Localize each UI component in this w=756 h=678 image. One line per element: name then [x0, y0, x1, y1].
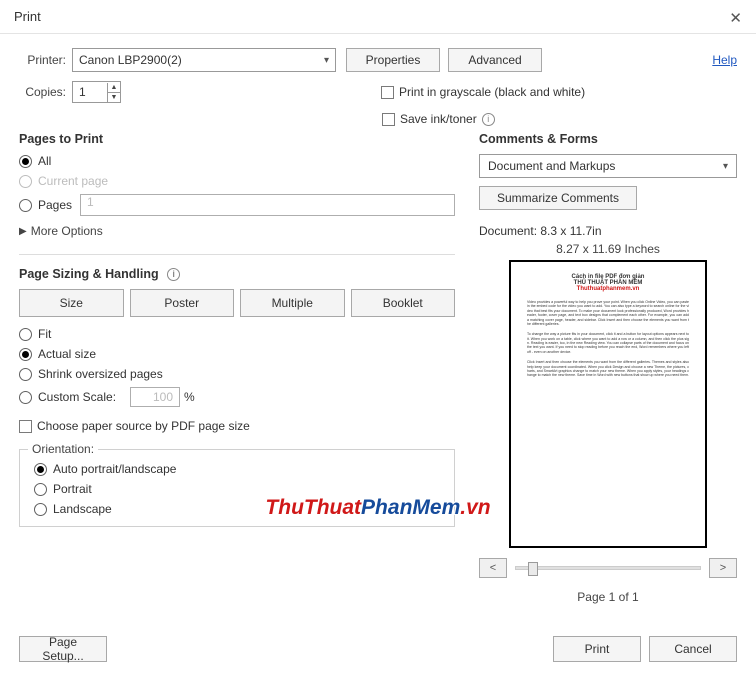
orientation-legend: Orientation: — [28, 442, 98, 456]
pages-input[interactable]: 1 — [80, 194, 455, 216]
radio-all[interactable]: All — [19, 154, 455, 168]
custom-scale-input[interactable]: 100 — [130, 387, 180, 407]
radio-off-icon — [19, 175, 32, 188]
printer-label: Printer: — [19, 53, 66, 67]
properties-button[interactable]: Properties — [346, 48, 440, 72]
radio-on-icon — [19, 155, 32, 168]
copies-label: Copies: — [19, 85, 66, 99]
print-preview: Cách in file PDF đơn giản THỦ THUẬT PHẦN… — [509, 260, 707, 548]
radio-custom[interactable]: Custom Scale: 100 % — [19, 387, 455, 407]
radio-custom-label: Custom Scale: — [38, 390, 116, 404]
page-counter: Page 1 of 1 — [479, 590, 737, 604]
radio-pages-label: Pages — [38, 198, 72, 212]
size-button[interactable]: Size — [19, 289, 124, 317]
paper-source-checkbox[interactable] — [19, 420, 32, 433]
radio-current-label: Current page — [38, 174, 108, 188]
info-icon[interactable]: i — [482, 113, 495, 126]
info-icon[interactable]: i — [167, 268, 180, 281]
radio-actual-label: Actual size — [38, 347, 96, 361]
copies-value: 1 — [73, 85, 107, 99]
triangle-right-icon: ▶ — [19, 226, 27, 237]
help-link[interactable]: Help — [712, 53, 737, 67]
printer-select[interactable]: Canon LBP2900(2) ▾ — [72, 48, 336, 72]
slider-thumb[interactable] — [528, 562, 538, 576]
radio-off-icon — [34, 483, 47, 496]
radio-on-icon — [34, 463, 47, 476]
radio-off-icon — [19, 199, 32, 212]
summarize-comments-button[interactable]: Summarize Comments — [479, 186, 637, 210]
more-options-toggle[interactable]: ▶ More Options — [19, 224, 455, 238]
print-button[interactable]: Print — [553, 636, 641, 662]
preview-dim: 8.27 x 11.69 Inches — [479, 242, 737, 256]
radio-on-icon — [19, 348, 32, 361]
prev-page-button[interactable]: < — [479, 558, 507, 578]
radio-off-icon — [34, 503, 47, 516]
paper-source-label: Choose paper source by PDF page size — [37, 419, 250, 433]
booklet-button[interactable]: Booklet — [351, 289, 456, 317]
radio-off-icon — [19, 328, 32, 341]
radio-landscape-label: Landscape — [53, 502, 112, 516]
radio-current: Current page — [19, 174, 455, 188]
next-page-button[interactable]: > — [709, 558, 737, 578]
saveink-checkbox[interactable] — [382, 113, 395, 126]
radio-all-label: All — [38, 154, 51, 168]
more-options-label: More Options — [31, 224, 103, 238]
radio-auto-label: Auto portrait/landscape — [53, 462, 176, 476]
close-icon[interactable]: ✕ — [729, 9, 742, 27]
cancel-button[interactable]: Cancel — [649, 636, 737, 662]
pct-label: % — [184, 390, 195, 404]
chevron-down-icon: ▾ — [324, 55, 329, 66]
spin-down-icon[interactable]: ▼ — [108, 93, 120, 102]
divider — [19, 254, 455, 255]
grayscale-label: Print in grayscale (black and white) — [399, 85, 585, 99]
advanced-button[interactable]: Advanced — [448, 48, 542, 72]
poster-button[interactable]: Poster — [130, 289, 235, 317]
preview-link: Thuthuatphanmem.vn — [527, 286, 689, 292]
printer-value: Canon LBP2900(2) — [79, 53, 182, 67]
radio-shrink[interactable]: Shrink oversized pages — [19, 367, 455, 381]
sizing-title: Page Sizing & Handling i — [19, 267, 455, 281]
radio-off-icon — [19, 391, 32, 404]
document-size: Document: 8.3 x 11.7in — [479, 224, 737, 238]
grayscale-checkbox[interactable] — [381, 86, 394, 99]
radio-landscape[interactable]: Landscape — [34, 502, 440, 516]
chevron-down-icon: ▾ — [723, 161, 728, 172]
spin-up-icon[interactable]: ▲ — [108, 83, 120, 93]
radio-actual[interactable]: Actual size — [19, 347, 455, 361]
paper-source-row[interactable]: Choose paper source by PDF page size — [19, 419, 455, 433]
zoom-slider[interactable] — [515, 566, 701, 570]
radio-off-icon — [19, 368, 32, 381]
pages-to-print-title: Pages to Print — [19, 132, 455, 146]
radio-portrait[interactable]: Portrait — [34, 482, 440, 496]
comments-forms-title: Comments & Forms — [479, 132, 737, 146]
comments-forms-select[interactable]: Document and Markups ▾ — [479, 154, 737, 178]
radio-fit-label: Fit — [38, 327, 51, 341]
radio-portrait-label: Portrait — [53, 482, 92, 496]
radio-auto[interactable]: Auto portrait/landscape — [34, 462, 440, 476]
radio-shrink-label: Shrink oversized pages — [38, 367, 163, 381]
radio-pages[interactable]: Pages 1 — [19, 194, 455, 216]
window-title: Print — [14, 9, 41, 24]
radio-fit[interactable]: Fit — [19, 327, 455, 341]
multiple-button[interactable]: Multiple — [240, 289, 345, 317]
comments-forms-value: Document and Markups — [488, 159, 615, 173]
copies-stepper[interactable]: 1 ▲▼ — [72, 81, 121, 103]
saveink-label: Save ink/toner — [400, 112, 477, 126]
page-setup-button[interactable]: Page Setup... — [19, 636, 107, 662]
